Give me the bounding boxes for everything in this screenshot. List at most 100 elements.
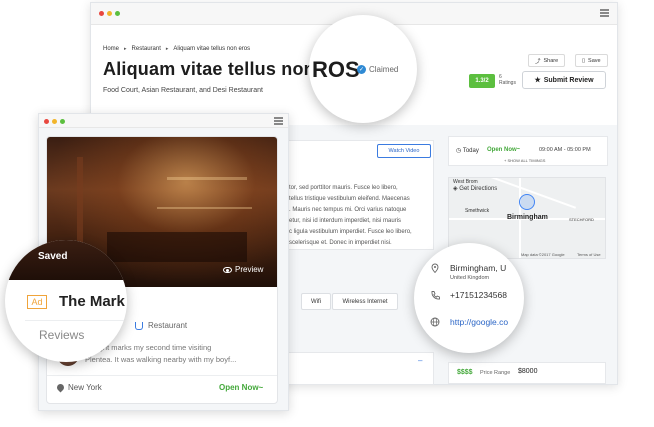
globe-icon xyxy=(430,317,440,327)
amenity-wifi: Wifi xyxy=(301,293,331,310)
breadcrumb-current: Aliquam vitae tellus non eros xyxy=(173,46,251,52)
breadcrumb-separator: ▸ xyxy=(165,46,169,52)
description-line: tellus tristique vestibulum eleifend. Ma… xyxy=(289,196,410,202)
submit-review-label: Submit Review xyxy=(543,76,594,84)
title-magnifier: ros ✓ Claimed xyxy=(309,15,417,123)
minimize-dot[interactable] xyxy=(52,119,57,124)
description-line: scelerisque et. Donec in imperdiet nisi. xyxy=(289,240,392,246)
submit-review-button[interactable]: ★ Submit Review xyxy=(522,71,606,89)
photo-detail xyxy=(157,207,252,209)
watch-video-button[interactable]: Watch Video xyxy=(377,144,431,158)
hamburger-menu-icon[interactable] xyxy=(274,117,283,125)
contact-phone[interactable]: +17151234568 xyxy=(430,290,507,300)
review-line: Tonight marks my second time visiting xyxy=(85,343,212,352)
get-directions-label: Get Directions xyxy=(459,186,498,192)
listing-location: New York xyxy=(55,382,102,393)
description-text: tor, sed porttitor mauris. Fusce leo lib… xyxy=(289,183,429,249)
location-pin-icon xyxy=(431,263,439,273)
close-dot[interactable] xyxy=(44,119,49,124)
listing-categories: Food Court, Asian Restaurant, and Desi R… xyxy=(103,87,263,94)
breadcrumb-separator: ▸ xyxy=(124,46,127,52)
breadcrumb-restaurant[interactable]: Restaurant xyxy=(132,46,161,52)
contact-magnifier: Birmingham, U United Kingdom +1715123456… xyxy=(414,243,524,353)
description-line: tor, sed porttitor mauris. Fusce leo lib… xyxy=(289,185,398,191)
save-button[interactable]: ▯ Save xyxy=(575,54,608,67)
location-label: New York xyxy=(68,383,102,392)
saved-badge[interactable]: Saved xyxy=(38,251,67,262)
save-label: Save xyxy=(588,57,601,64)
divider xyxy=(25,320,125,321)
photo-detail xyxy=(107,232,247,262)
directions-icon: ◈ xyxy=(453,186,458,192)
map-city-label: Birmingham xyxy=(507,214,548,221)
price-value: $8000 xyxy=(518,368,538,375)
amenity-wireless-internet: Wireless Internet xyxy=(332,293,398,310)
phone-number: +17151234568 xyxy=(450,290,507,300)
description-line: c ligula vestibulum imperdiet. Fusce leo… xyxy=(289,229,412,235)
window-titlebar xyxy=(39,114,288,128)
open-now-status: Open Now~ xyxy=(219,383,264,392)
location-pin-icon xyxy=(55,382,66,393)
clock-icon: ◷ xyxy=(456,148,462,154)
minimize-dot[interactable] xyxy=(107,11,112,16)
ratings-count: 6 Ratings xyxy=(499,74,516,86)
photo-detail xyxy=(77,157,83,247)
claimed-badge: ✓ Claimed xyxy=(357,65,398,74)
breadcrumb-home[interactable]: Home xyxy=(103,46,119,52)
today-text: Today xyxy=(462,148,479,154)
close-dot[interactable] xyxy=(99,11,104,16)
price-range-label: Price Range xyxy=(480,370,511,376)
window-controls xyxy=(99,11,120,16)
ratings-label: Ratings xyxy=(499,80,516,86)
verified-check-icon: ✓ xyxy=(357,65,366,74)
map-terms-link[interactable]: Terms of Use xyxy=(577,252,601,257)
share-button[interactable]: ⤴ Share xyxy=(528,54,566,67)
address-text: Birmingham, U xyxy=(450,263,507,273)
map-label-smethwick: Smethwick xyxy=(465,208,490,214)
maximize-dot[interactable] xyxy=(115,11,120,16)
eye-icon xyxy=(223,266,232,273)
category-label: Restaurant xyxy=(148,321,188,330)
show-all-timings-link[interactable]: + SHOW ALL TIMINGS xyxy=(504,158,545,163)
price-symbols: $$$$ xyxy=(457,369,473,376)
address-country: United Kingdom xyxy=(450,275,490,281)
open-now-status: Open Now~ xyxy=(487,147,521,153)
description-line: . Mauris nec tempus mi. Orci varius nato… xyxy=(289,207,407,213)
today-label: ◷ Today xyxy=(456,147,479,154)
collapse-icon[interactable]: – xyxy=(418,356,422,365)
bookmark-icon: ▯ xyxy=(582,57,586,64)
rating-badge: 1.3/2 xyxy=(469,74,495,88)
window-controls xyxy=(44,119,65,124)
breadcrumb: Home ▸ Restaurant ▸ Aliquam vitae tellus… xyxy=(103,46,250,52)
hotel-magnifier: Saved Ad The Mark Hotel Reviews xyxy=(5,240,127,362)
preview-button[interactable]: Preview xyxy=(223,265,263,274)
map-label-stechford: STECHFORD xyxy=(569,217,594,222)
photo-detail xyxy=(167,177,247,180)
hamburger-menu-icon[interactable] xyxy=(600,9,609,17)
preview-label: Preview xyxy=(235,265,264,274)
page-title: Aliquam vitae tellus non xyxy=(103,59,315,79)
reviews-label: Reviews xyxy=(39,328,85,342)
share-label: Share xyxy=(543,57,559,64)
website-link[interactable]: http://google.co xyxy=(450,317,508,327)
description-line: etur, nisi id interdum imperdiet, nisi m… xyxy=(289,218,402,224)
contact-address: Birmingham, U xyxy=(430,263,506,273)
opening-hours: 09:00 AM - 05:00 PM xyxy=(539,147,591,153)
listing-category: Restaurant xyxy=(135,321,187,330)
star-icon: ★ xyxy=(534,77,541,84)
map-attribution: Map data ©2017 Google xyxy=(521,252,565,257)
maximize-dot[interactable] xyxy=(60,119,65,124)
magnified-title-text: ros xyxy=(312,57,360,82)
bottom-section-card xyxy=(287,352,434,385)
ad-badge: Ad xyxy=(27,295,47,309)
cocktail-glass-icon xyxy=(135,321,143,330)
review-snippet: Tonight marks my second time visiting Pl… xyxy=(85,342,275,366)
share-icon: ⤴ xyxy=(535,58,541,65)
claimed-label: Claimed xyxy=(369,65,399,74)
review-line: Plentea. It was walking nearby with my b… xyxy=(85,355,237,364)
map-location-pin-icon xyxy=(519,194,535,210)
phone-icon xyxy=(431,291,440,300)
get-directions-link[interactable]: ◈ Get Directions xyxy=(453,185,497,192)
listing-title[interactable]: The Mark Hotel xyxy=(59,293,127,310)
contact-website[interactable]: http://google.co xyxy=(430,317,508,327)
